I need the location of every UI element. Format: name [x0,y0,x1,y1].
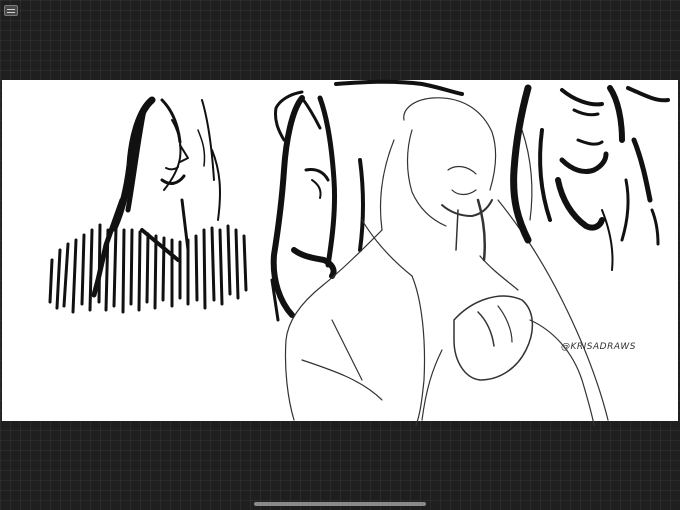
drawing-canvas[interactable]: @KRISADRAWS [2,79,678,426]
home-indicator[interactable] [254,502,426,506]
sidebar-menu-icon[interactable] [4,5,18,16]
sketch-profile-face [270,90,365,322]
artwork-sketches [48,79,670,426]
sketch-left-figure [48,96,248,314]
sketch-top-stroke [334,79,464,96]
sketch-center-figure [284,97,609,426]
artist-watermark: @KRISADRAWS [561,342,636,352]
sketch-bearded-head [510,84,670,271]
